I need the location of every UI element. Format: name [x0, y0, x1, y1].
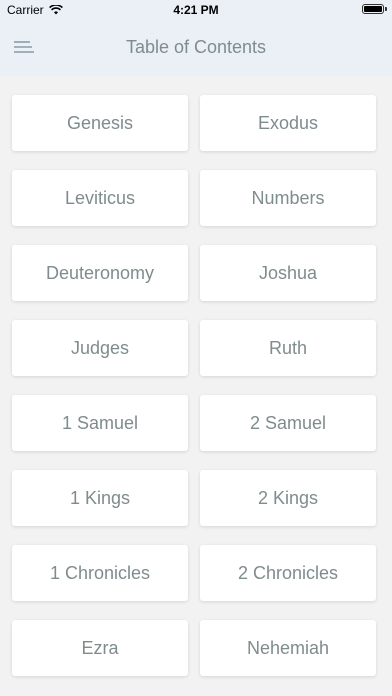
book-button-joshua[interactable]: Joshua	[200, 245, 376, 301]
book-button-ezra[interactable]: Ezra	[12, 620, 188, 676]
status-time: 4:21 PM	[173, 3, 219, 17]
book-button-ruth[interactable]: Ruth	[200, 320, 376, 376]
battery-icon	[362, 4, 384, 14]
book-button-numbers[interactable]: Numbers	[200, 170, 376, 226]
book-button-2-kings[interactable]: 2 Kings	[200, 470, 376, 526]
book-button-2-chronicles[interactable]: 2 Chronicles	[200, 545, 376, 601]
battery-fill	[364, 6, 382, 12]
nav-bar: Table of Contents	[0, 20, 392, 76]
book-button-1-chronicles[interactable]: 1 Chronicles	[12, 545, 188, 601]
book-button-deuteronomy[interactable]: Deuteronomy	[12, 245, 188, 301]
book-button-2-samuel[interactable]: 2 Samuel	[200, 395, 376, 451]
book-grid: Genesis Exodus Leviticus Numbers Deutero…	[12, 95, 380, 676]
status-bar: Carrier 4:21 PM	[0, 0, 392, 20]
book-button-genesis[interactable]: Genesis	[12, 95, 188, 151]
book-button-1-kings[interactable]: 1 Kings	[12, 470, 188, 526]
book-button-nehemiah[interactable]: Nehemiah	[200, 620, 376, 676]
book-button-exodus[interactable]: Exodus	[200, 95, 376, 151]
page-title: Table of Contents	[125, 37, 267, 57]
book-button-judges[interactable]: Judges	[12, 320, 188, 376]
book-button-1-samuel[interactable]: 1 Samuel	[12, 395, 188, 451]
battery-tip	[385, 7, 387, 11]
book-button-leviticus[interactable]: Leviticus	[12, 170, 188, 226]
